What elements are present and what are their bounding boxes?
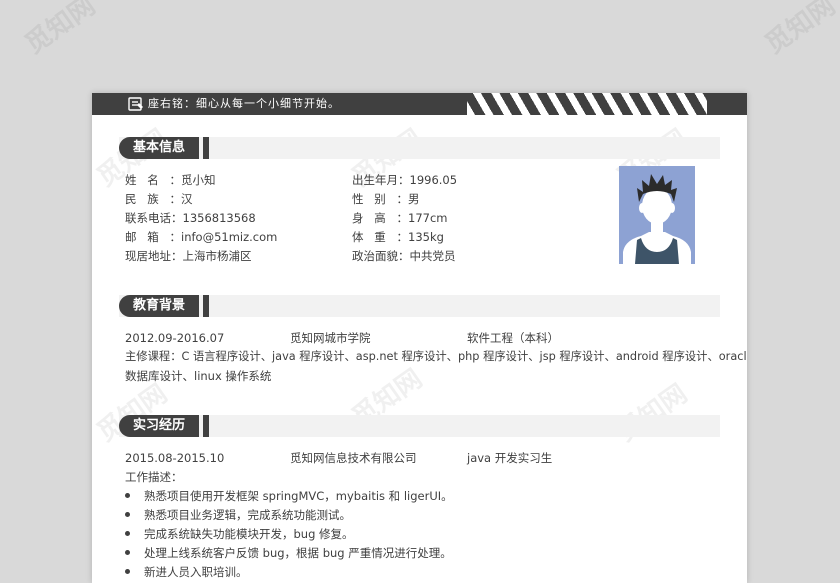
bullet: [125, 550, 130, 555]
header-bar: 座右铭：细心从每一个小细节开始。: [92, 93, 747, 115]
phone-value: 1356813568: [182, 211, 256, 225]
bullet: [125, 512, 130, 517]
profile-photo: [619, 166, 695, 264]
section-bar: [203, 415, 209, 437]
edu-courses-line2: 数据库设计、linux 操作系统: [125, 369, 272, 383]
intern-item: 新进人员入职培训。: [144, 565, 248, 579]
section-bar: [203, 137, 209, 159]
watermark: 觅知网: [759, 0, 840, 61]
name-label: 姓名：: [125, 173, 181, 187]
birth-label: 出生年月：: [352, 173, 410, 187]
name-row: 姓名：觅小知: [125, 172, 216, 188]
watermark: 觅知网: [19, 0, 101, 61]
name-value: 觅小知: [181, 173, 216, 187]
address-label: 现居地址：: [125, 249, 183, 263]
intern-item: 处理上线系统客户反馈 bug，根据 bug 严重情况进行处理。: [144, 546, 452, 560]
address-row: 现居地址：上海市杨浦区: [125, 248, 252, 264]
gender-label: 性别：: [352, 192, 408, 206]
intern-desc-label: 工作描述：: [125, 470, 183, 484]
resume-icon: [128, 97, 143, 111]
weight-value: 135kg: [408, 230, 444, 244]
avatar-icon: [623, 174, 691, 264]
watermark: 觅知网: [92, 378, 173, 449]
intern-role: java 开发实习生: [467, 451, 553, 465]
ethnicity-label: 民族：: [125, 192, 181, 206]
gender-value: 男: [408, 192, 420, 206]
intern-period: 2015.08-2015.10: [125, 451, 225, 465]
email-value: info@51miz.com: [181, 230, 278, 244]
section-title: 教育背景: [119, 295, 199, 317]
watermark: 觅知网: [611, 378, 693, 449]
politics-value: 中共党员: [409, 249, 456, 263]
height-value: 177cm: [408, 211, 448, 225]
phone-label: 联系电话：: [125, 211, 183, 225]
section-basic-info: 基本信息: [119, 137, 720, 159]
politics-label: 政治面貌：: [352, 249, 410, 263]
birth-value: 1996.05: [409, 173, 458, 187]
section-title: 基本信息: [119, 137, 199, 159]
section-internship: 实习经历: [119, 415, 720, 437]
intern-item: 熟悉项目使用开发框架 springMVC，mybaitis 和 ligerUI。: [144, 489, 453, 503]
section-title: 实习经历: [119, 415, 199, 437]
birth-row: 出生年月：1996.05: [352, 172, 457, 188]
gender-row: 性别：男: [352, 191, 420, 207]
bullet: [125, 569, 130, 574]
edu-school: 觅知网城市学院: [290, 331, 371, 345]
ethnicity-value: 汉: [181, 192, 193, 206]
ethnicity-row: 民族：汉: [125, 191, 193, 207]
edu-major: 软件工程（本科）: [467, 331, 559, 345]
weight-label: 体重：: [352, 230, 408, 244]
motto-text: 座右铭：细心从每一个小细节开始。: [148, 97, 340, 110]
email-label: 邮箱：: [125, 230, 181, 244]
section-education: 教育背景: [119, 295, 720, 317]
edu-courses-line1: 主修课程：C 语言程序设计、java 程序设计、asp.net 程序设计、php…: [125, 350, 747, 363]
height-row: 身高：177cm: [352, 210, 447, 226]
section-bar: [203, 295, 209, 317]
bullet: [125, 493, 130, 498]
phone-row: 联系电话：1356813568: [125, 210, 256, 226]
weight-row: 体重：135kg: [352, 229, 444, 245]
email-row: 邮箱：info@51miz.com: [125, 229, 277, 245]
intern-item: 完成系统缺失功能模块开发，bug 修复。: [144, 527, 354, 541]
height-label: 身高：: [352, 211, 408, 225]
bullet: [125, 531, 130, 536]
edu-period: 2012.09-2016.07: [125, 331, 225, 345]
intern-company: 觅知网信息技术有限公司: [290, 451, 417, 465]
intern-item: 熟悉项目业务逻辑，完成系统功能测试。: [144, 508, 351, 522]
resume-sheet: 觅知网 觅知网 觅知网 觅知网 觅知网 觅知网 座右铭：细心从每一个小细节开始。…: [92, 93, 747, 583]
address-value: 上海市杨浦区: [182, 249, 252, 263]
politics-row: 政治面貌：中共党员: [352, 248, 456, 264]
decorative-stripes: [467, 93, 707, 115]
